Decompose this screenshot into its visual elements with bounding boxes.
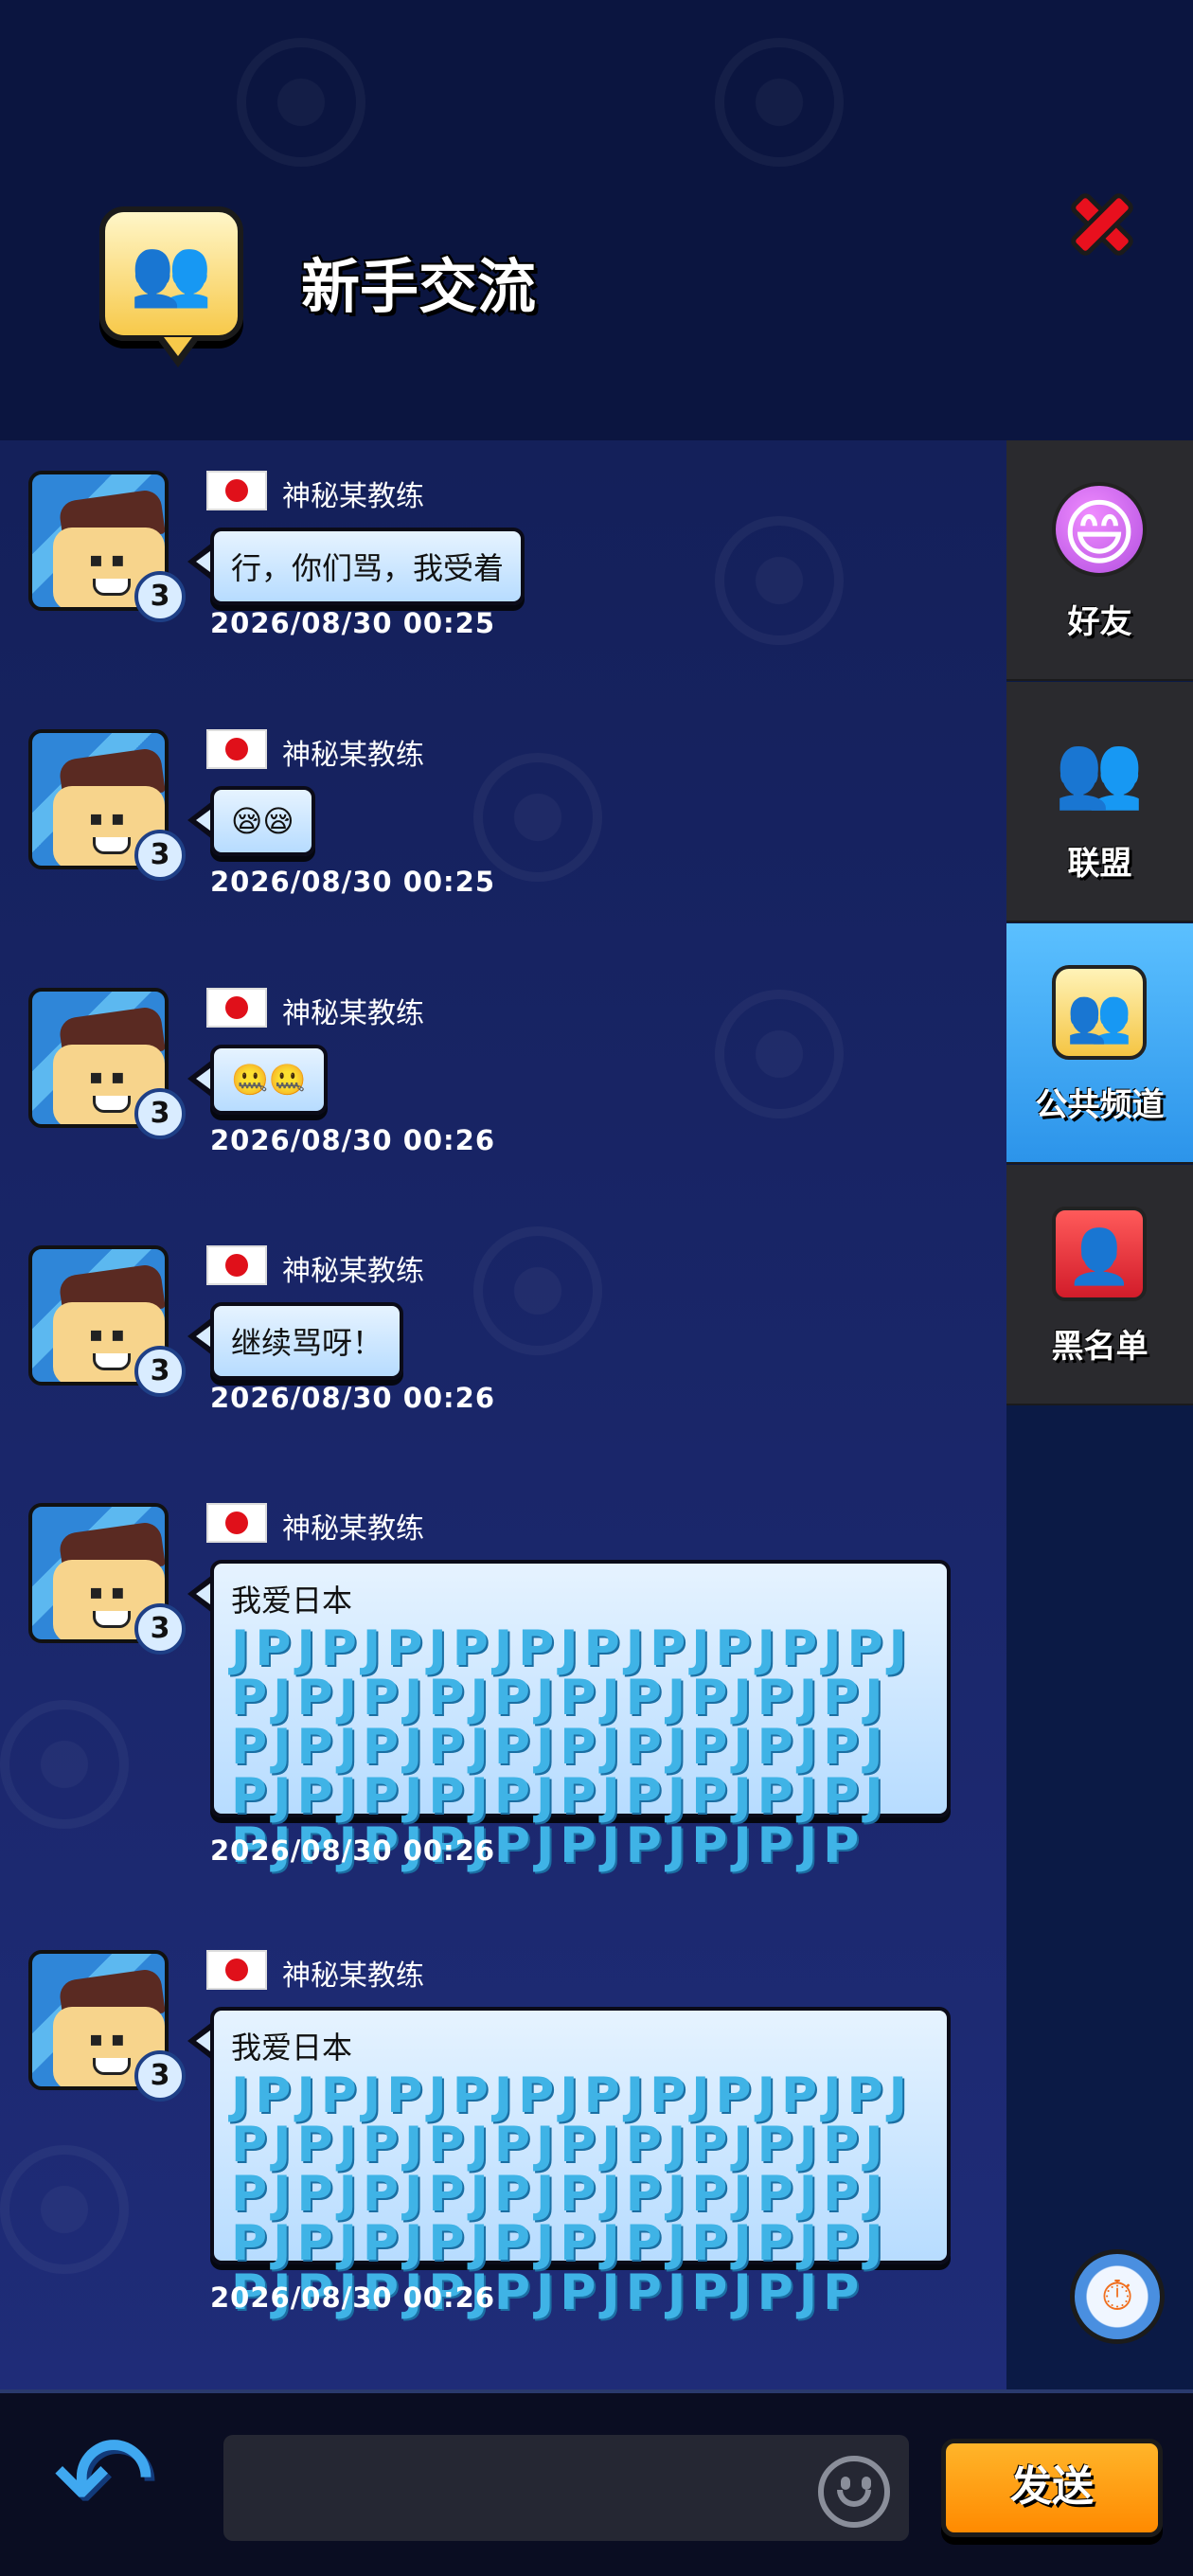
- timestamp: 2026/08/30 00:26: [210, 1124, 496, 1156]
- level-badge: 3: [134, 2050, 186, 2102]
- send-button[interactable]: 发送: [941, 2439, 1163, 2537]
- soccer-ball-decoration: [0, 2145, 129, 2274]
- username: 神秘某教练: [282, 480, 424, 513]
- message-input[interactable]: [223, 2435, 909, 2541]
- tab-league[interactable]: 👥 联盟: [1006, 682, 1193, 922]
- soccer-ball-decoration: [0, 1700, 129, 1829]
- soccer-ball-decoration: [237, 38, 365, 167]
- tab-blacklist[interactable]: 👤 黑名单: [1006, 1165, 1193, 1405]
- japan-flag-icon: [206, 1950, 267, 1990]
- chat-input-bar: ↶ 发送: [0, 2389, 1193, 2576]
- japan-flag-icon: [206, 1245, 267, 1285]
- username: 神秘某教练: [282, 1512, 424, 1546]
- username: 神秘某教练: [282, 1959, 424, 1993]
- message-text: 我爱日本: [231, 1583, 353, 1619]
- soccer-ball-decoration: [715, 990, 844, 1118]
- japan-flag-icon: [206, 1503, 267, 1543]
- tab-public-channel[interactable]: 👥 公共频道: [1006, 923, 1193, 1164]
- message-bubble[interactable]: 🤐🤐: [210, 1045, 328, 1115]
- japan-flag-icon: [206, 988, 267, 1028]
- level-badge: 3: [134, 1088, 186, 1139]
- message-text: 行，你们骂，我受着: [231, 550, 505, 586]
- message-bubble[interactable]: 我爱日本 JPJPJPJPJPJPJPJPJPJPJPJPJPJPJPJPJPJ…: [210, 1560, 951, 1870]
- message-text: 继续骂呀！: [231, 1325, 383, 1361]
- group-chat-icon: 👥: [99, 206, 243, 367]
- username: 神秘某教练: [282, 1255, 424, 1288]
- stopwatch-icon[interactable]: ⏱: [1070, 2249, 1165, 2344]
- timestamp: 2026/08/30 00:25: [210, 607, 496, 639]
- message-bubble[interactable]: 😪😪: [210, 786, 315, 856]
- blacklist-icon: 👤: [1052, 1207, 1147, 1301]
- soccer-ball-decoration: [473, 753, 602, 882]
- level-badge: 3: [134, 571, 186, 622]
- soccer-ball-decoration: [715, 38, 844, 167]
- japan-flag-icon: [206, 471, 267, 510]
- tab-label: 黑名单: [1051, 1328, 1148, 1366]
- soccer-ball-decoration: [715, 516, 844, 645]
- channel-sidebar: 😄 好友 👥 联盟 👥 公共频道 👤 黑名单: [1006, 440, 1193, 2389]
- timestamp: 2026/08/30 00:26: [210, 1382, 496, 1414]
- page-title: 新手交流: [301, 252, 537, 321]
- soccer-ball-decoration: [473, 1226, 602, 1355]
- public-channel-icon: 👥: [1052, 965, 1147, 1060]
- message-text: 🤐🤐: [231, 1062, 307, 1098]
- header: 👥 新手交流: [0, 0, 1193, 440]
- timestamp: 2026/08/30 00:26: [210, 2281, 496, 2314]
- username: 神秘某教练: [282, 739, 424, 772]
- timestamp: 2026/08/30 00:26: [210, 1834, 496, 1867]
- friends-icon: 😄: [1052, 482, 1147, 577]
- message-bubble[interactable]: 行，你们骂，我受着: [210, 528, 525, 605]
- message-text: 😪😪: [231, 803, 294, 839]
- emoji-button[interactable]: [818, 2456, 890, 2528]
- japan-flag-icon: [206, 729, 267, 769]
- level-badge: 3: [134, 830, 186, 881]
- tab-label: 公共频道: [1035, 1086, 1165, 1124]
- back-arrow-icon: ↶: [52, 2407, 156, 2551]
- tab-friends[interactable]: 😄 好友: [1006, 440, 1193, 681]
- back-button[interactable]: ↶: [38, 2418, 170, 2541]
- message-text: 我爱日本: [231, 2030, 353, 2066]
- message-bubble[interactable]: 继续骂呀！: [210, 1302, 404, 1380]
- username: 神秘某教练: [282, 997, 424, 1030]
- tab-label: 好友: [1067, 603, 1132, 641]
- emoji-icon: [837, 2490, 871, 2507]
- timestamp: 2026/08/30 00:25: [210, 866, 496, 898]
- level-badge: 3: [134, 1603, 186, 1655]
- message-bubble[interactable]: 我爱日本 JPJPJPJPJPJPJPJPJPJPJPJPJPJPJPJPJPJ…: [210, 2007, 951, 2317]
- league-icon: 👥: [1054, 728, 1145, 813]
- tab-label: 联盟: [1067, 845, 1132, 883]
- message-jp-text: JPJPJPJPJPJPJPJPJPJPJPJPJPJPJPJPJPJPJPJP…: [231, 2067, 913, 2321]
- close-button[interactable]: [1059, 180, 1146, 267]
- message-jp-text: JPJPJPJPJPJPJPJPJPJPJPJPJPJPJPJPJPJPJPJP…: [231, 1620, 913, 1874]
- level-badge: 3: [134, 1346, 186, 1397]
- chat-message-list[interactable]: ▪▪ 3 神秘某教练 行，你们骂，我受着 2026/08/30 00:25 ▪▪…: [0, 440, 1006, 2389]
